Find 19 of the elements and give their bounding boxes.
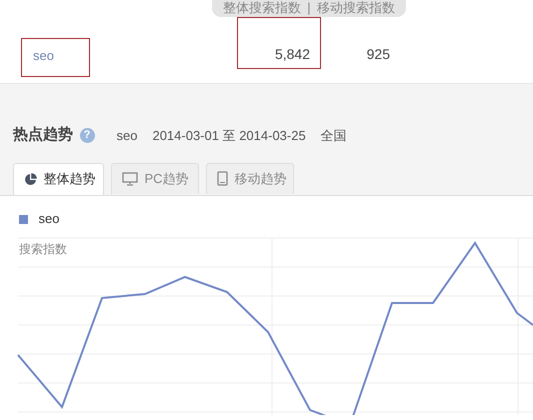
keyword-text: seo bbox=[116, 126, 138, 144]
legend-label: seo bbox=[38, 210, 60, 228]
separator: | bbox=[307, 0, 311, 17]
trend-tab[interactable]: 整体趋势 bbox=[13, 162, 104, 194]
axis-title: 搜索指数 bbox=[19, 242, 67, 256]
keyword-link[interactable]: seo bbox=[33, 48, 54, 63]
trend-tab[interactable]: PC趋势 bbox=[111, 162, 199, 194]
trend-tab[interactable]: 移动趋势 bbox=[206, 162, 294, 194]
column-header: 整体搜索指数 bbox=[222, 0, 301, 17]
region-text: 全国 bbox=[320, 126, 347, 144]
index-value: 925 bbox=[366, 46, 390, 62]
monitor-icon bbox=[122, 172, 138, 186]
column-header: 移动搜索指数 bbox=[317, 0, 396, 17]
index-value: 5,842 bbox=[274, 46, 310, 62]
section-title: 热点趋势 bbox=[13, 125, 73, 145]
date-range: 2014-03-01 至 2014-03-25 bbox=[152, 126, 306, 144]
tablet-icon bbox=[217, 171, 228, 186]
pie-chart-icon bbox=[24, 172, 37, 186]
help-icon[interactable]: ? bbox=[80, 128, 94, 143]
